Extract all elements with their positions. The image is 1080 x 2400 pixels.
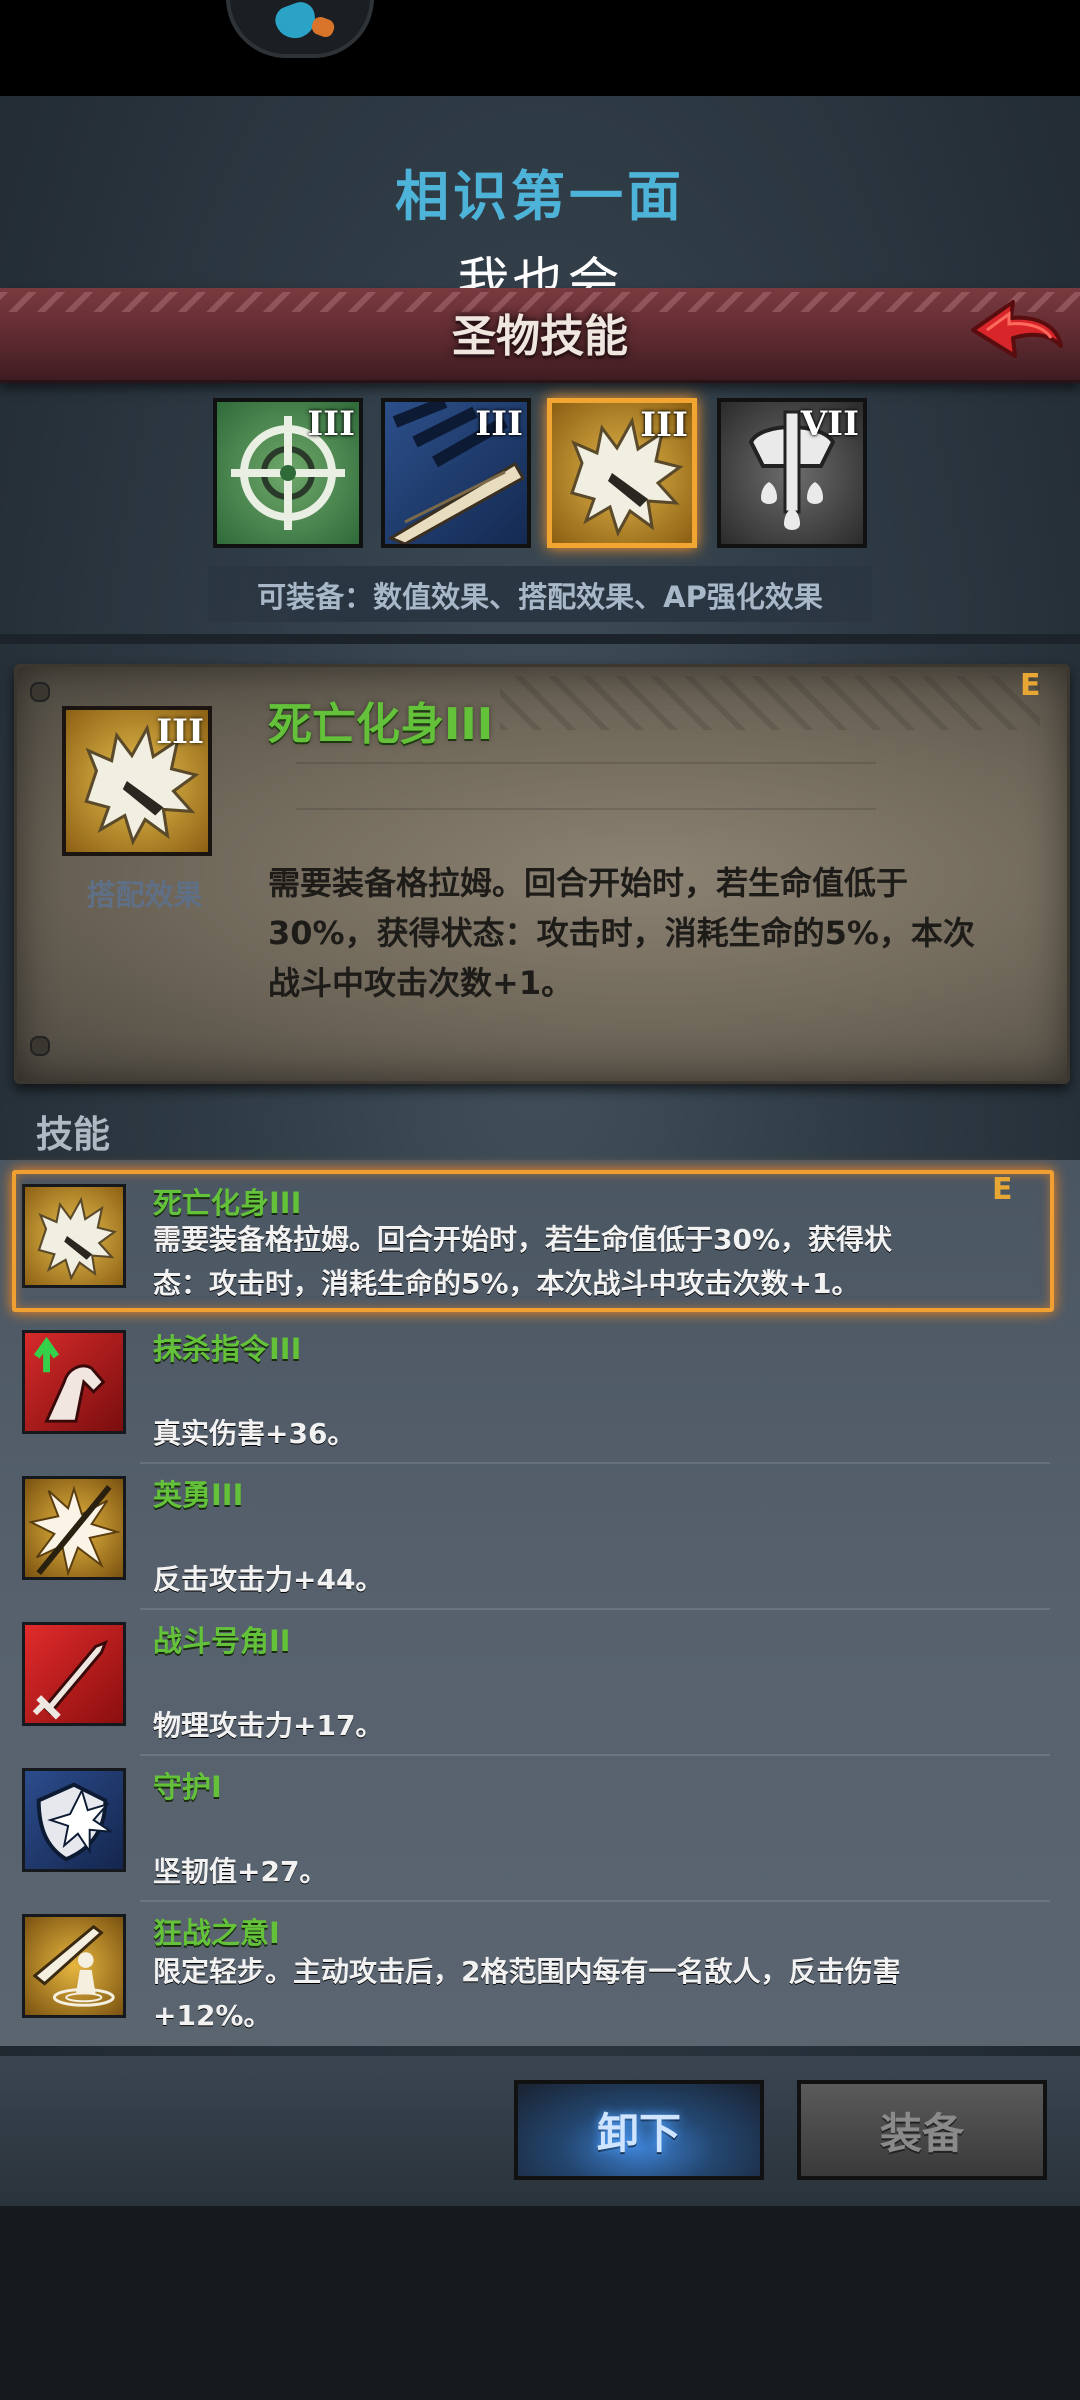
rivet [30, 682, 50, 702]
skill-description: 真实伤害+36。 [153, 1417, 356, 1450]
relic-slot-3-selected[interactable]: III [547, 398, 697, 548]
skill-description: 限定轻步。主动攻击后，2格范围内每有一名敌人，反击伤害+12%。 [153, 1955, 901, 2032]
relic-rank: III [640, 405, 688, 445]
relic-slot-1[interactable]: III [213, 398, 363, 548]
detail-grade: E [1020, 668, 1041, 703]
skill-name: 英勇III [153, 1478, 244, 1512]
skill-grade: E [992, 1172, 1013, 1207]
skill-name: 守护I [153, 1770, 222, 1804]
relic-rank: VII [800, 404, 859, 444]
relic-rank: III [475, 404, 523, 444]
relic-slot-2[interactable]: III [381, 398, 531, 548]
skill-name: 战斗号角II [153, 1624, 291, 1658]
skill-icon [22, 1476, 126, 1580]
skill-description: 坚韧值+27。 [153, 1855, 328, 1888]
skill-name: 抹杀指令III [153, 1332, 302, 1366]
unequip-button[interactable]: 卸下 [514, 2080, 764, 2180]
detail-title: 死亡化身III [268, 699, 494, 750]
detail-description: 需要装备格拉姆。回合开始时，若生命值低于30%，获得状态：攻击时，消耗生命的5%… [268, 864, 975, 1002]
card-rule [296, 808, 876, 810]
relic-rank: III [307, 404, 355, 444]
red-arm-up-icon [33, 1336, 106, 1423]
relic-slot-4[interactable]: VII [717, 398, 867, 548]
shield-burst-icon [36, 1782, 112, 1862]
selected-skill-frame [12, 1170, 1054, 1312]
back-arrow-icon [971, 300, 1063, 358]
back-button[interactable] [965, 290, 1065, 370]
equip-hint: 可装备：数值效果、搭配效果、AP强化效果 [257, 580, 823, 614]
bottom-area [0, 2206, 1080, 2400]
skill-icon [22, 1768, 126, 1872]
red-sword-icon [32, 1640, 108, 1720]
skill-name: 狂战之意I [153, 1916, 280, 1950]
rivet [30, 1036, 50, 1056]
divider [0, 634, 1080, 644]
skill-row[interactable]: 守护I 坚韧值+27。 [0, 1756, 1080, 1902]
berserk-icon [32, 1924, 115, 2007]
skill-row[interactable]: 抹杀指令III 真实伤害+36。 [0, 1318, 1080, 1464]
skill-row[interactable]: 战斗号角II 物理攻击力+17。 [0, 1610, 1080, 1756]
skill-description: 反击攻击力+44。 [153, 1563, 384, 1596]
top-black-bar [0, 0, 1080, 96]
page-title: 相识第一面 [395, 165, 685, 228]
detail-rank: III [156, 712, 204, 752]
detail-skill-icon: III [62, 706, 212, 856]
detail-type-label: 搭配效果 [86, 878, 203, 912]
skill-icon [22, 1330, 126, 1434]
card-pattern [500, 676, 1040, 730]
skill-row[interactable]: 狂战之意I 限定轻步。主动攻击后，2格范围内每有一名敌人，反击伤害+12%。 [0, 1902, 1080, 2048]
skills-heading: 技能 [36, 1113, 110, 1156]
skill-row[interactable]: 英勇III 反击攻击力+44。 [0, 1464, 1080, 1610]
skill-icon [22, 1622, 126, 1726]
card-rule [296, 762, 876, 764]
skill-icon [22, 1914, 126, 2018]
skill-description: 物理攻击力+17。 [153, 1709, 384, 1742]
equip-button[interactable]: 装备 [797, 2080, 1047, 2180]
burst-spear-icon [27, 1484, 122, 1577]
section-title: 圣物技能 [452, 311, 628, 362]
